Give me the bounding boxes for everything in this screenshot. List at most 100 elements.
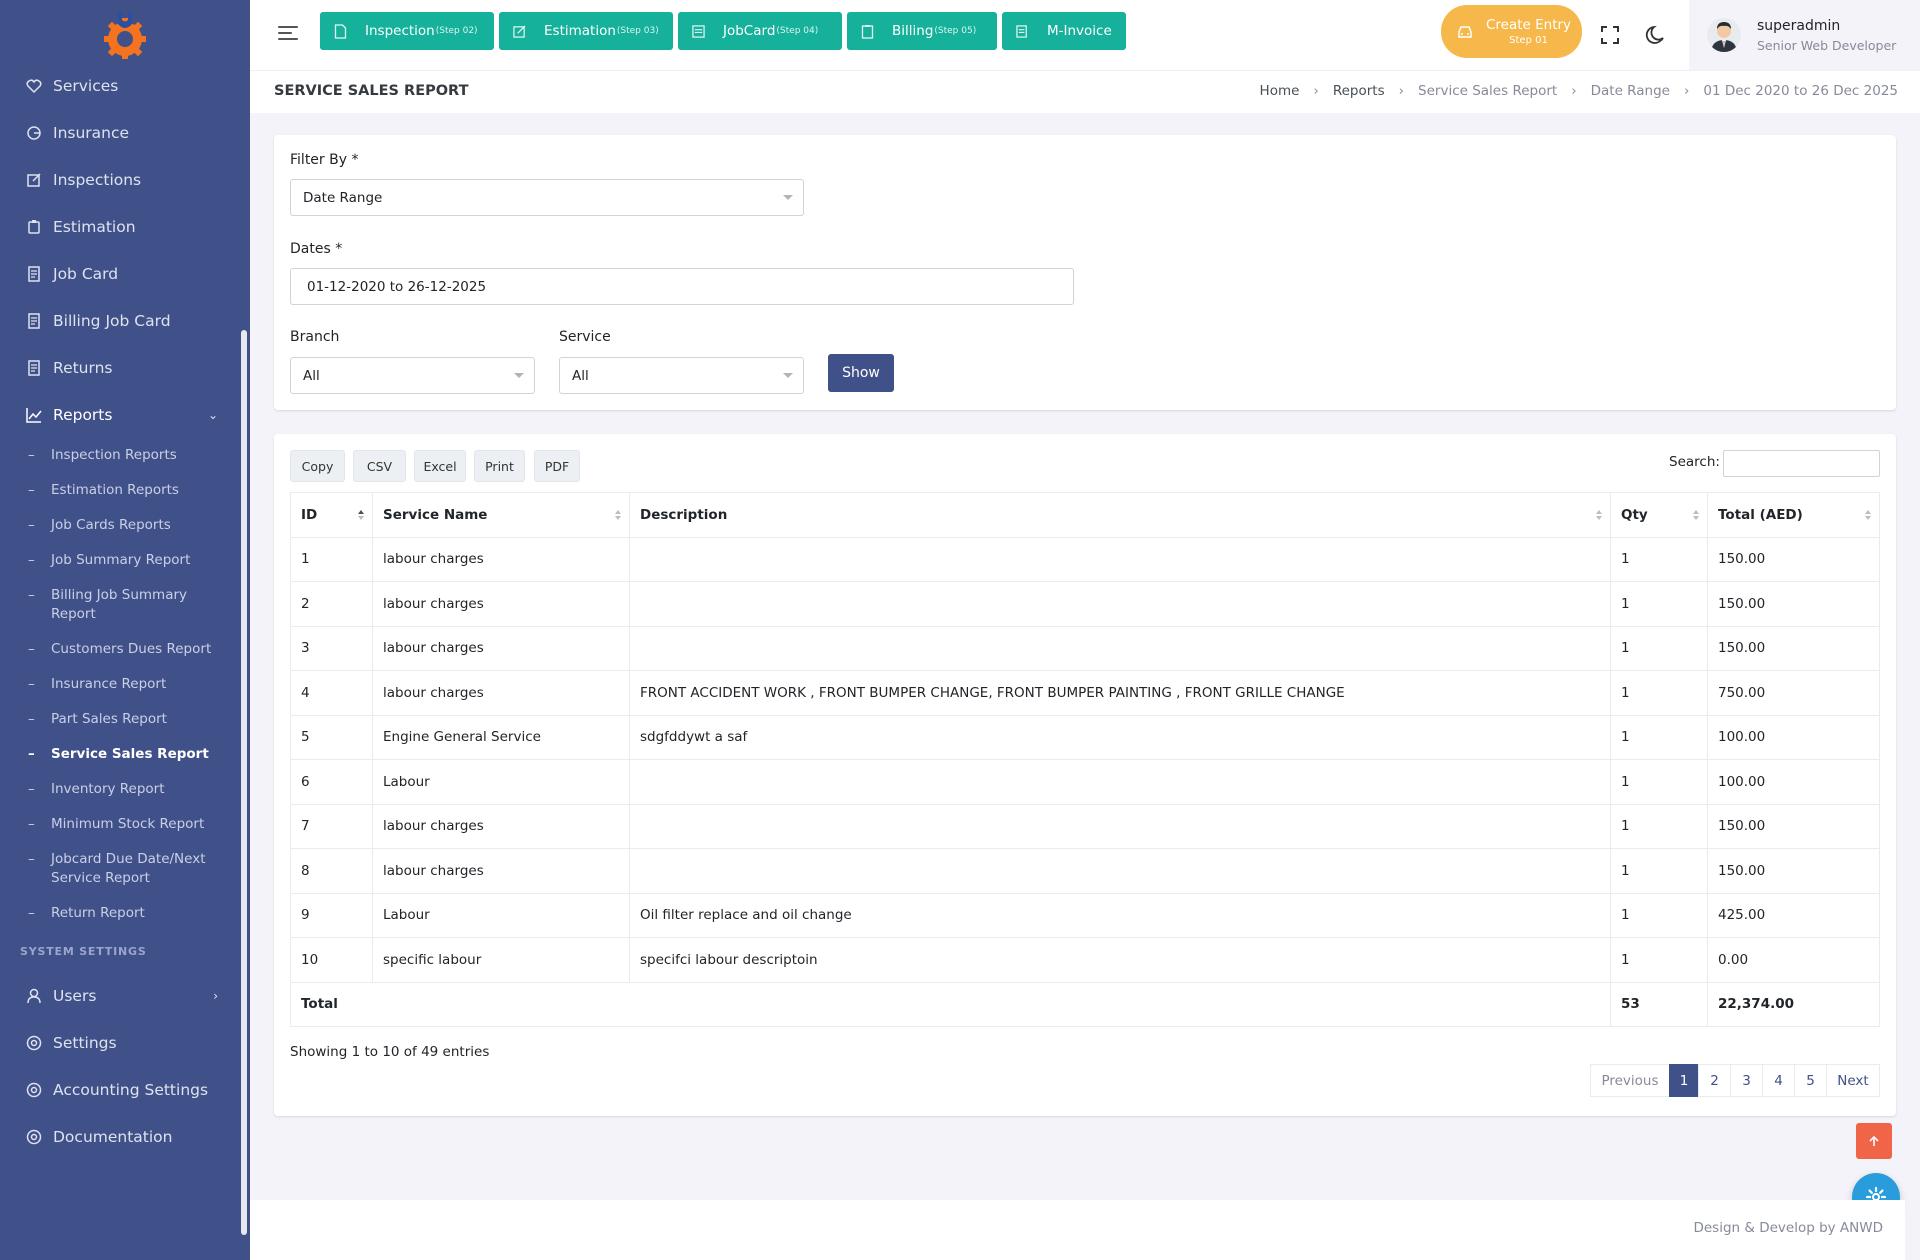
breadcrumb-service-sales-report[interactable]: Service Sales Report bbox=[1418, 83, 1557, 99]
sidebar-item-estimation[interactable]: Estimation bbox=[0, 203, 240, 250]
dates-input[interactable]: 01-12-2020 to 26-12-2025 bbox=[290, 268, 1074, 305]
submenu-item[interactable]: – Customers Dues Report bbox=[0, 632, 240, 667]
column-header-total[interactable]: Total (AED) bbox=[1707, 492, 1880, 538]
pagination-page-3[interactable]: 3 bbox=[1730, 1064, 1763, 1097]
sidebar-item-insurance[interactable]: Insurance bbox=[0, 109, 240, 156]
sidebar-item-users[interactable]: Users › bbox=[0, 972, 240, 1019]
step-inspection-button[interactable]: Inspection (Step 02) bbox=[320, 12, 494, 50]
sidebar-scrollbar[interactable] bbox=[241, 330, 247, 1235]
topbar: Inspection (Step 02) Estimation (Step 03) … bbox=[250, 0, 1920, 70]
cell-id: 3 bbox=[290, 625, 373, 671]
cell-description: specifci labour descriptoin bbox=[629, 937, 1611, 983]
list-icon bbox=[692, 24, 705, 38]
cell-qty: 1 bbox=[1610, 625, 1708, 671]
filter-by-label: Filter By * bbox=[290, 152, 359, 168]
pagination-page-4[interactable]: 4 bbox=[1762, 1064, 1795, 1097]
pagination-page-1[interactable]: 1 bbox=[1669, 1064, 1699, 1097]
print-button[interactable]: Print bbox=[474, 450, 525, 482]
fullscreen-icon[interactable] bbox=[1599, 24, 1621, 46]
cell-description bbox=[629, 803, 1611, 849]
service-select[interactable]: All bbox=[559, 357, 804, 394]
chevron-right-icon: › bbox=[213, 988, 218, 1003]
chevron-down-icon: ⌄ bbox=[207, 407, 218, 422]
sidebar-item-documentation[interactable]: Documentation bbox=[0, 1113, 240, 1160]
submenu-item[interactable]: – Insurance Report bbox=[0, 667, 240, 702]
submenu-label: Billing Job Summary Report bbox=[51, 587, 188, 622]
step-jobcard-button[interactable]: JobCard (Step 04) bbox=[678, 12, 842, 50]
search-input[interactable] bbox=[1723, 450, 1880, 477]
copy-button[interactable]: Copy bbox=[290, 450, 345, 482]
table-row: 4 labour charges FRONT ACCIDENT WORK , FRO… bbox=[290, 670, 1880, 716]
file-icon bbox=[334, 23, 347, 39]
column-header-description[interactable]: Description bbox=[629, 492, 1611, 538]
column-header-service-name[interactable]: Service Name bbox=[372, 492, 630, 538]
submenu-item[interactable]: – Return Report bbox=[0, 896, 240, 931]
cell-id: 2 bbox=[290, 581, 373, 627]
settings-icon bbox=[25, 1034, 43, 1052]
cell-id: 5 bbox=[290, 714, 373, 760]
app-logo[interactable] bbox=[0, 0, 250, 70]
submenu-item[interactable]: – Estimation Reports bbox=[0, 473, 240, 508]
cell-total: 425.00 bbox=[1707, 892, 1880, 938]
sidebar-item-accounting-settings[interactable]: Accounting Settings bbox=[0, 1066, 240, 1113]
submenu-item[interactable]: – Job Cards Reports bbox=[0, 508, 240, 543]
pagination-next[interactable]: Next bbox=[1826, 1064, 1880, 1097]
show-button[interactable]: Show bbox=[828, 354, 894, 392]
cell-description: sdgfddywt a saf bbox=[629, 714, 1611, 760]
sidebar-item-settings[interactable]: Settings bbox=[0, 1019, 240, 1066]
column-header-qty[interactable]: Qty bbox=[1610, 492, 1708, 538]
step-billing-button[interactable]: Billing (Step 05) bbox=[847, 12, 997, 50]
sidebar-item-returns[interactable]: Returns bbox=[0, 344, 240, 391]
hamburger-menu-icon[interactable] bbox=[278, 26, 298, 42]
user-role: Senior Web Developer bbox=[1757, 37, 1897, 53]
pagination-page-5[interactable]: 5 bbox=[1794, 1064, 1827, 1097]
footer-credit: Design & Develop by ANWD bbox=[1693, 1220, 1883, 1236]
step-number: (Step 03) bbox=[616, 26, 659, 36]
submenu-label: Return Report bbox=[51, 905, 145, 921]
breadcrumb-reports[interactable]: Reports bbox=[1333, 83, 1385, 99]
pagination-previous[interactable]: Previous bbox=[1590, 1064, 1670, 1097]
submenu-item[interactable]: – Minimum Stock Report bbox=[0, 807, 240, 842]
sidebar-item-job-card[interactable]: Job Card bbox=[0, 250, 240, 297]
sidebar-item-inspections[interactable]: Inspections bbox=[0, 156, 240, 203]
cell-total: 100.00 bbox=[1707, 759, 1880, 805]
create-entry-button[interactable]: Create Entry Step 01 bbox=[1441, 5, 1582, 58]
submenu-item-active[interactable]: – Service Sales Report bbox=[0, 737, 240, 772]
back-to-top-button[interactable] bbox=[1856, 1123, 1892, 1159]
sidebar-item-label: Documentation bbox=[53, 1127, 173, 1146]
column-header-id[interactable]: ID bbox=[290, 492, 373, 538]
excel-button[interactable]: Excel bbox=[414, 450, 466, 482]
breadcrumb-dates: 01 Dec 2020 to 26 Dec 2025 bbox=[1703, 83, 1898, 99]
submenu-item[interactable]: – Inspection Reports bbox=[0, 438, 240, 473]
branch-select[interactable]: All bbox=[290, 357, 535, 394]
chevron-right-icon: › bbox=[1571, 83, 1577, 99]
submenu-label: Jobcard Due Date/Next Service Report bbox=[51, 851, 206, 886]
line-chart-icon bbox=[25, 406, 43, 424]
column-label: Qty bbox=[1621, 506, 1648, 523]
total-amount: 22,374.00 bbox=[1707, 981, 1880, 1027]
create-entry-step: Step 01 bbox=[1509, 35, 1548, 46]
step-m-invoice-button[interactable]: M-Invoice bbox=[1002, 12, 1126, 50]
submenu-item[interactable]: – Job Summary Report bbox=[0, 543, 240, 578]
user-profile-dropdown[interactable]: superadmin Senior Web Developer bbox=[1689, 0, 1920, 70]
cell-qty: 1 bbox=[1610, 670, 1708, 716]
submenu-item[interactable]: – Billing Job Summary Report bbox=[0, 578, 240, 632]
submenu-item[interactable]: – Inventory Report bbox=[0, 772, 240, 807]
sort-icon bbox=[615, 510, 621, 520]
table-total-row: Total 53 22,374.00 bbox=[290, 981, 1880, 1027]
branch-value: All bbox=[303, 367, 320, 384]
sidebar-item-reports[interactable]: Reports ⌄ bbox=[0, 391, 240, 438]
sidebar-item-services[interactable]: Services bbox=[0, 62, 240, 109]
dark-mode-moon-icon[interactable] bbox=[1645, 24, 1667, 46]
pagination-page-2[interactable]: 2 bbox=[1698, 1064, 1731, 1097]
filter-by-select[interactable]: Date Range bbox=[290, 179, 804, 216]
csv-button[interactable]: CSV bbox=[353, 450, 406, 482]
step-estimation-button[interactable]: Estimation (Step 03) bbox=[499, 12, 673, 50]
submenu-item[interactable]: – Jobcard Due Date/Next Service Report bbox=[0, 842, 240, 896]
user-name: superadmin bbox=[1757, 17, 1841, 34]
pdf-button[interactable]: PDF bbox=[534, 450, 580, 482]
column-label: ID bbox=[301, 506, 318, 523]
breadcrumb-home[interactable]: Home bbox=[1260, 83, 1300, 99]
submenu-item[interactable]: – Part Sales Report bbox=[0, 702, 240, 737]
sidebar-item-billing-job-card[interactable]: Billing Job Card bbox=[0, 297, 240, 344]
